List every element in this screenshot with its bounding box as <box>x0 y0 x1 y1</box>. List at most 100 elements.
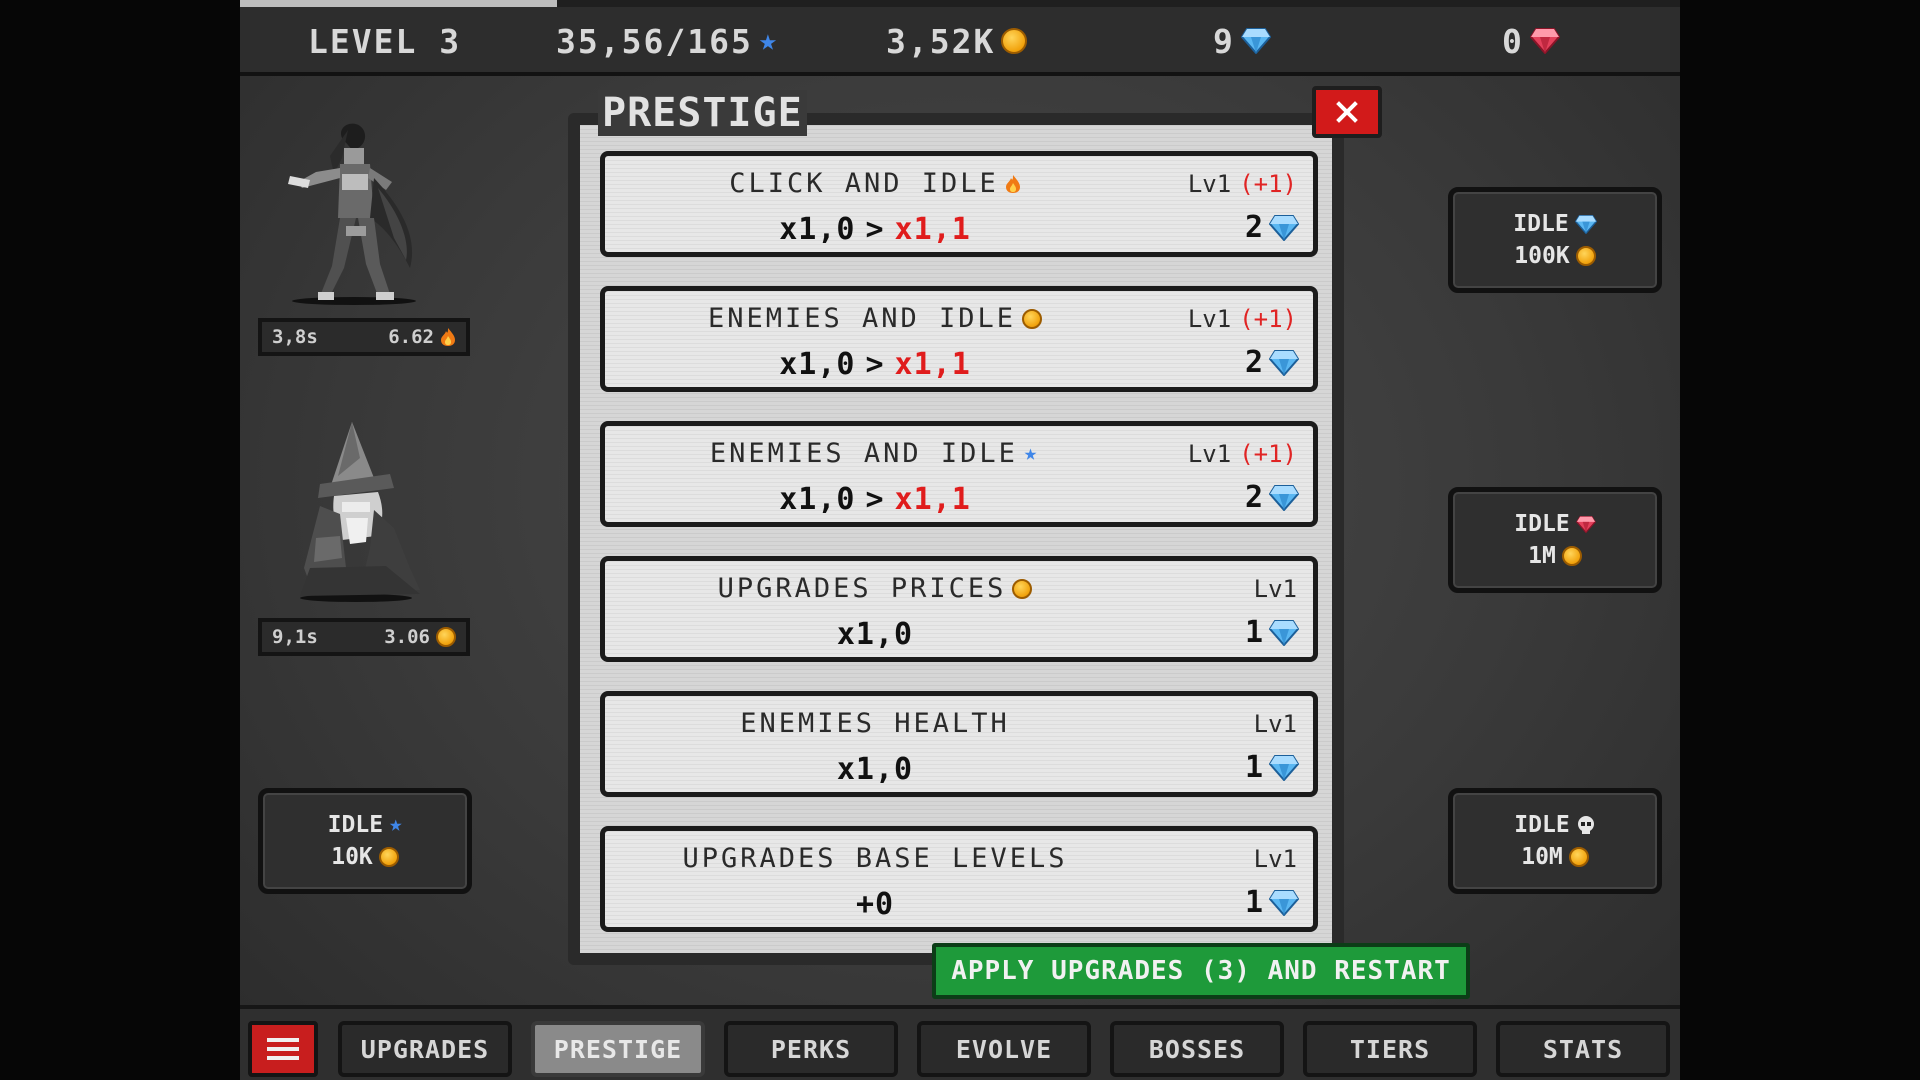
tab-tiers[interactable]: TIERS <box>1303 1021 1477 1077</box>
upgrade-level: Lv1 <box>1254 845 1297 873</box>
prestige-upgrade-upgrades-prices[interactable]: UPGRADES PRICES Lv1 x1,0 1 <box>600 556 1318 662</box>
upgrade-level-value: Lv1 <box>1187 170 1232 198</box>
fire-icon <box>1005 174 1021 194</box>
red-gems-counter: 0 <box>1502 21 1560 61</box>
blue-gem-icon <box>1269 485 1299 511</box>
arrow-right-icon: > <box>865 347 885 382</box>
coin-icon <box>1012 578 1033 599</box>
upgrade-cost: 1 <box>1245 615 1299 650</box>
prestige-upgrade-click-and-idle[interactable]: CLICK AND IDLE Lv1 (+1) x1,0 > x1,1 2 <box>600 151 1318 257</box>
upgrade-level: Lv1 (+1) <box>1188 440 1297 468</box>
tab-prestige[interactable]: PRESTIGE <box>531 1021 705 1077</box>
stars-counter: 35,56/165 ★ <box>556 21 779 61</box>
prestige-upgrade-enemies-and-idle-coins[interactable]: ENEMIES AND IDLE Lv1 (+1) x1,0 > x1,1 2 <box>600 286 1318 392</box>
warrior-sprite[interactable] <box>282 118 442 308</box>
tab-evolve[interactable]: EVOLVE <box>917 1021 1091 1077</box>
current-multiplier: x1,0 <box>779 212 856 247</box>
idle-unlock-card-skull[interactable]: IDLE 10M <box>1448 788 1662 894</box>
modal-title: PRESTIGE <box>598 90 807 136</box>
idle-unlock-card-star[interactable]: IDLE ★ 10K <box>258 788 472 894</box>
star-icon: ★ <box>1023 440 1041 466</box>
prestige-upgrade-enemies-and-idle-stars[interactable]: ENEMIES AND IDLE ★ Lv1 (+1) x1,0 > x1,1 2 <box>600 421 1318 527</box>
hero-stats-bar: 9,1s 3.06 <box>258 618 470 656</box>
upgrade-title: CLICK AND IDLE <box>729 168 999 199</box>
blue-gems-counter: 9 <box>1213 21 1271 61</box>
blue-gem-icon <box>1241 28 1271 54</box>
tab-bosses[interactable]: BOSSES <box>1110 1021 1284 1077</box>
upgrade-multiplier: x1,0 > x1,1 <box>605 212 1145 247</box>
upgrade-multiplier: x1,0 > x1,1 <box>605 347 1145 382</box>
hero-attack-time: 3,8s <box>272 326 318 348</box>
coin-icon <box>1001 28 1028 54</box>
upgrade-title-row: ENEMIES AND IDLE <box>605 303 1145 334</box>
close-button[interactable] <box>1312 86 1382 138</box>
coin-icon <box>1575 246 1596 266</box>
game-screen: LEVEL 3 35,56/165 ★ 3,52K 9 0 3,8s 6.62 … <box>240 0 1680 1080</box>
close-icon <box>1336 101 1358 123</box>
hamburger-menu-button[interactable] <box>248 1021 318 1077</box>
star-icon: ★ <box>389 812 403 837</box>
idle-label: IDLE <box>1514 511 1570 537</box>
idle-unlock-card-blue-gem[interactable]: IDLE 100K <box>1448 187 1662 293</box>
upgrade-title: UPGRADES PRICES <box>717 573 1007 604</box>
coin-icon <box>1022 308 1043 329</box>
apply-upgrades-and-restart-button[interactable]: APPLY UPGRADES (3) AND RESTART <box>932 943 1470 999</box>
hero-attack-time: 9,1s <box>272 626 318 648</box>
upgrade-level-increase: (+1) <box>1239 305 1297 333</box>
idle-label: IDLE <box>1514 812 1570 838</box>
upgrade-cost: 1 <box>1245 885 1299 920</box>
tab-perks[interactable]: PERKS <box>724 1021 898 1077</box>
blue-gem-icon <box>1575 215 1597 234</box>
bottom-nav: UPGRADES PRESTIGE PERKS EVOLVE BOSSES TI… <box>240 1005 1680 1080</box>
next-multiplier: x1,1 <box>894 212 971 247</box>
upgrade-cost-value: 2 <box>1244 480 1263 515</box>
idle-unlock-card-red-gem[interactable]: IDLE 1M <box>1448 487 1662 593</box>
upgrade-multiplier: +0 <box>605 887 1145 922</box>
current-multiplier: x1,0 <box>779 482 856 517</box>
wizard-sprite[interactable] <box>290 418 440 604</box>
upgrade-cost: 1 <box>1245 750 1299 785</box>
prestige-upgrade-upgrades-base-levels[interactable]: UPGRADES BASE LEVELS Lv1 +0 1 <box>600 826 1318 932</box>
current-multiplier: +0 <box>855 887 895 922</box>
coin-icon <box>1568 847 1589 867</box>
upgrade-level-value: Lv1 <box>1253 845 1297 873</box>
blue-gem-icon <box>1269 620 1299 646</box>
upgrade-level-value: Lv1 <box>1187 305 1232 333</box>
red-gem-icon <box>1576 516 1596 533</box>
skull-icon <box>1576 815 1596 835</box>
upgrade-level: Lv1 (+1) <box>1188 305 1297 333</box>
level-text: LEVEL 3 <box>308 21 462 61</box>
arrow-right-icon: > <box>865 482 885 517</box>
upgrade-title: UPGRADES BASE LEVELS <box>682 843 1068 874</box>
upgrade-multiplier: x1,0 <box>605 617 1145 652</box>
upgrade-level-value: Lv1 <box>1253 575 1297 603</box>
arrow-right-icon: > <box>865 212 885 247</box>
stars-value: 35,56/165 <box>556 21 753 61</box>
upgrade-level-increase: (+1) <box>1239 440 1297 468</box>
blue-gem-icon <box>1269 350 1299 376</box>
upgrade-cost-value: 1 <box>1244 750 1263 785</box>
idle-cost: 10M <box>1521 844 1563 870</box>
level-progress-bar <box>240 0 1680 7</box>
current-multiplier: x1,0 <box>836 617 914 652</box>
coin-icon <box>1561 546 1582 566</box>
prestige-upgrade-enemies-health[interactable]: ENEMIES HEALTH Lv1 x1,0 1 <box>600 691 1318 797</box>
upgrade-cost: 2 <box>1245 210 1299 245</box>
blue-gems-value: 9 <box>1213 21 1235 61</box>
upgrade-level-value: Lv1 <box>1187 440 1232 468</box>
upgrade-multiplier: x1,0 <box>605 752 1145 787</box>
tab-stats[interactable]: STATS <box>1496 1021 1670 1077</box>
blue-gem-icon <box>1269 755 1299 781</box>
upgrade-title-row: ENEMIES AND IDLE ★ <box>605 438 1145 469</box>
upgrade-title-row: UPGRADES PRICES <box>605 573 1145 604</box>
star-icon: ★ <box>758 23 779 58</box>
upgrade-cost: 2 <box>1245 345 1299 380</box>
red-gem-icon <box>1530 28 1560 54</box>
upgrade-level: Lv1 <box>1254 710 1297 738</box>
current-multiplier: x1,0 <box>836 752 914 787</box>
coins-value: 3,52K <box>886 21 996 61</box>
idle-label: IDLE <box>1513 211 1569 237</box>
tab-upgrades[interactable]: UPGRADES <box>338 1021 512 1077</box>
upgrade-level: Lv1 <box>1254 575 1297 603</box>
upgrade-level-increase: (+1) <box>1239 170 1297 198</box>
